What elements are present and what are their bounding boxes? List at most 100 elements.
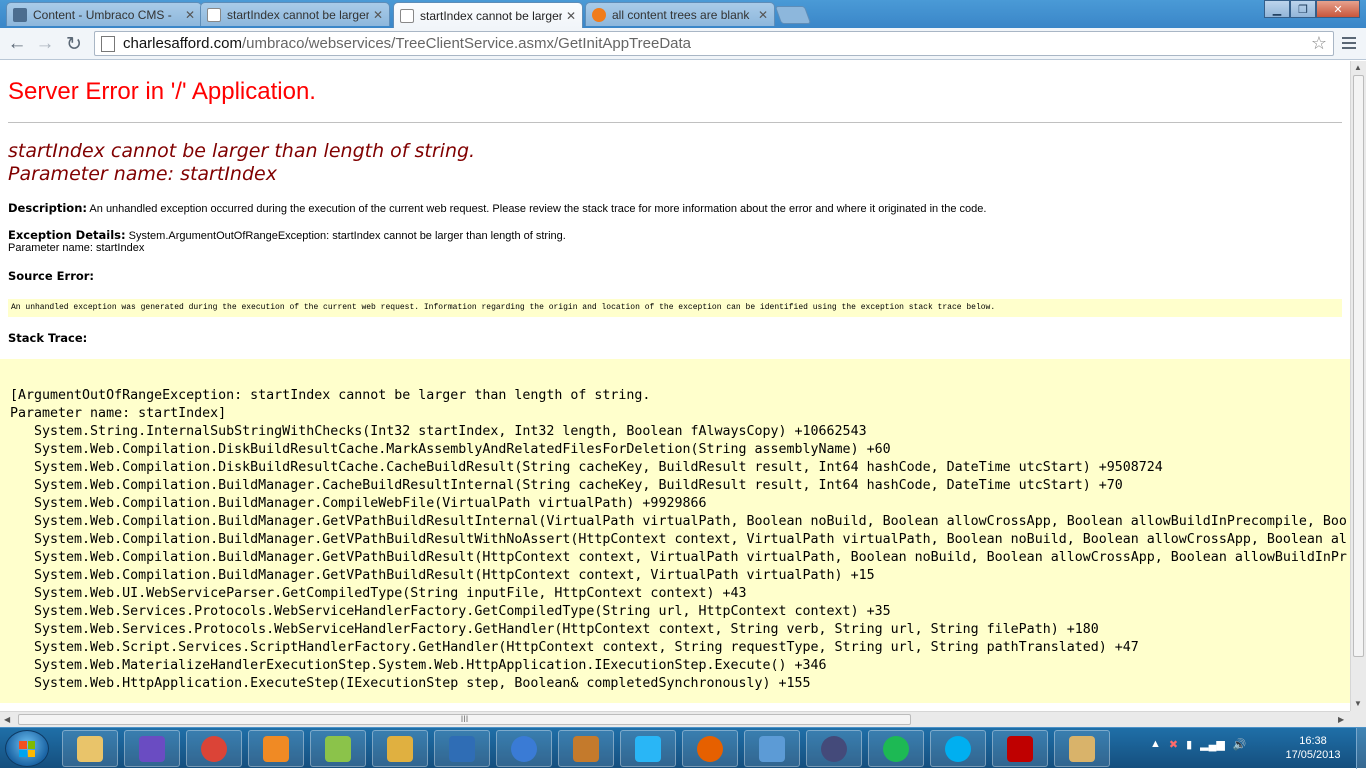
url-host: charlesafford.com [123,35,242,52]
taskbar-app-chrome[interactable] [186,730,242,767]
browser-toolbar: ← → ↻ charlesafford.com/umbraco/webservi… [0,28,1366,60]
taskbar-app-explorer[interactable] [62,730,118,767]
tab-content-trees[interactable]: all content trees are blank ✕ [585,2,775,26]
stack-trace-line: System.Web.Compilation.BuildManager.GetV… [10,568,875,583]
tools-icon [387,735,413,762]
stack-trace-box: [ArgumentOutOfRangeException: startIndex… [0,359,1350,703]
window-controls: ▁ ❐ ✕ [1264,0,1360,18]
horizontal-scrollbar[interactable]: ◀ III ▶ [0,711,1350,727]
vertical-scroll-thumb[interactable] [1353,75,1364,657]
taskbar-app-tools[interactable] [372,730,428,767]
show-desktop-button[interactable] [1356,728,1366,769]
error-message: startIndex cannot be larger than length … [8,140,1342,186]
action-center-icon[interactable]: ✖ [1169,738,1178,751]
stack-trace-line: System.Web.Compilation.BuildManager.Comp… [10,496,707,511]
browser-tab-strip: Content - Umbraco CMS - ✕ startIndex can… [0,0,1366,28]
windows-logo-icon [19,741,35,757]
stack-trace-line: System.Web.Compilation.DiskBuildResultCa… [10,460,1163,475]
taskbar-app-paint[interactable] [1054,730,1110,767]
menu-icon[interactable] [1340,34,1358,52]
flash-icon [635,735,661,762]
thunderbird-icon [511,735,537,762]
new-tab-button[interactable] [774,6,812,24]
scroll-left-arrow-icon[interactable]: ◀ [4,715,10,724]
page-icon [101,35,115,52]
start-button[interactable] [5,730,49,767]
close-tab-icon[interactable]: ✕ [373,8,383,22]
taskbar-app-network-app[interactable] [744,730,800,767]
stack-trace-line: System.Web.Compilation.BuildManager.GetV… [10,514,1347,529]
taskbar-app-notepad-plus-plus[interactable] [310,730,366,767]
explorer-icon [77,735,103,762]
volume-icon[interactable]: 🔊 [1233,738,1247,751]
chrome-icon [201,735,227,762]
vertical-scrollbar[interactable]: ▲ ▼ [1350,61,1366,711]
stack-trace-line: System.Web.MaterializeHandlerExecutionSt… [10,658,827,673]
skype-icon [945,735,971,762]
exception-details: Exception Details: System.ArgumentOutOfR… [8,229,1342,254]
page-title: Server Error in '/' Application. [8,78,316,105]
back-arrow-icon[interactable]: ← [6,33,28,55]
page-viewport: Server Error in '/' Application. startIn… [0,61,1350,711]
taskbar-app-filezilla[interactable] [992,730,1048,767]
tray-expand-icon[interactable]: ▲ [1150,738,1161,751]
battery-icon[interactable]: ▮ [1186,738,1192,751]
taskbar-app-shield[interactable] [434,730,490,767]
stack-trace-line: System.Web.Script.Services.ScriptHandler… [10,640,1139,655]
address-bar[interactable]: charlesafford.com/umbraco/webservices/Tr… [94,31,1334,56]
visual-studio-icon [139,735,165,762]
bookmark-star-icon[interactable]: ☆ [1311,33,1327,54]
taskbar-app-flash[interactable] [620,730,676,767]
notepad-plus-plus-icon [325,735,351,762]
scroll-right-arrow-icon[interactable]: ▶ [1338,715,1344,724]
tab-error-1[interactable]: startIndex cannot be larger ✕ [200,2,390,26]
tab-error-active[interactable]: startIndex cannot be larger ✕ [393,2,583,28]
close-tab-icon[interactable]: ✕ [566,9,576,23]
keepass-icon [821,735,847,762]
taskbar-app-firefox[interactable] [682,730,738,767]
reload-icon[interactable]: ↻ [63,33,85,55]
stack-trace-line: System.Web.Compilation.BuildManager.GetV… [10,550,1347,565]
tab-label: startIndex cannot be larger [420,8,562,23]
scrollbar-corner [1350,711,1366,727]
scroll-down-arrow-icon[interactable]: ▼ [1354,699,1362,708]
taskbar-app-visual-studio[interactable] [124,730,180,767]
taskbar-app-skype[interactable] [930,730,986,767]
minimize-button[interactable]: ▁ [1264,0,1290,18]
forum-favicon-icon [592,7,606,22]
network-app-icon [759,735,785,762]
stack-trace-line: System.Web.Compilation.DiskBuildResultCa… [10,442,891,457]
taskbar-clock[interactable]: 16:38 17/05/2013 [1278,734,1348,762]
tab-umbraco-content[interactable]: Content - Umbraco CMS - ✕ [6,2,202,26]
description-label: Description: [8,201,87,215]
media-player-icon [263,735,289,762]
taskbar-app-media-player[interactable] [248,730,304,767]
spotify-icon [883,735,909,762]
guitar-app-icon [573,735,599,762]
page-favicon-icon [400,8,414,23]
tab-label: all content trees are blank [612,7,750,22]
page-favicon-icon [207,7,221,22]
close-tab-icon[interactable]: ✕ [185,8,195,22]
description-text: An unhandled exception occurred during t… [86,203,987,215]
taskbar-app-spotify[interactable] [868,730,924,767]
source-error-box: An unhandled exception was generated dur… [8,299,1342,317]
restore-button[interactable]: ❐ [1290,0,1316,18]
stack-trace-heading: Stack Trace: [8,331,88,345]
scroll-up-arrow-icon[interactable]: ▲ [1354,63,1362,72]
stack-trace-line: System.Web.Compilation.BuildManager.Cach… [10,478,1123,493]
taskbar-app-thunderbird[interactable] [496,730,552,767]
url-path: /umbraco/webservices/TreeClientService.a… [241,35,692,52]
windows-taskbar: ▲ ✖ ▮ ▂▄▆ 🔊 16:38 17/05/2013 [0,727,1366,769]
horizontal-scroll-thumb[interactable]: III [18,714,911,725]
stack-trace-line: [ArgumentOutOfRangeException: startIndex… [10,388,651,403]
taskbar-app-guitar-app[interactable] [558,730,614,767]
system-tray: ▲ ✖ ▮ ▂▄▆ 🔊 [1150,738,1247,751]
close-window-button[interactable]: ✕ [1316,0,1360,18]
network-signal-icon[interactable]: ▂▄▆ [1200,738,1225,751]
taskbar-app-keepass[interactable] [806,730,862,767]
forward-arrow-icon[interactable]: → [34,33,56,55]
tab-label: startIndex cannot be larger [227,7,369,22]
description: Description: An unhandled exception occu… [8,202,1342,215]
close-tab-icon[interactable]: ✕ [758,8,768,22]
